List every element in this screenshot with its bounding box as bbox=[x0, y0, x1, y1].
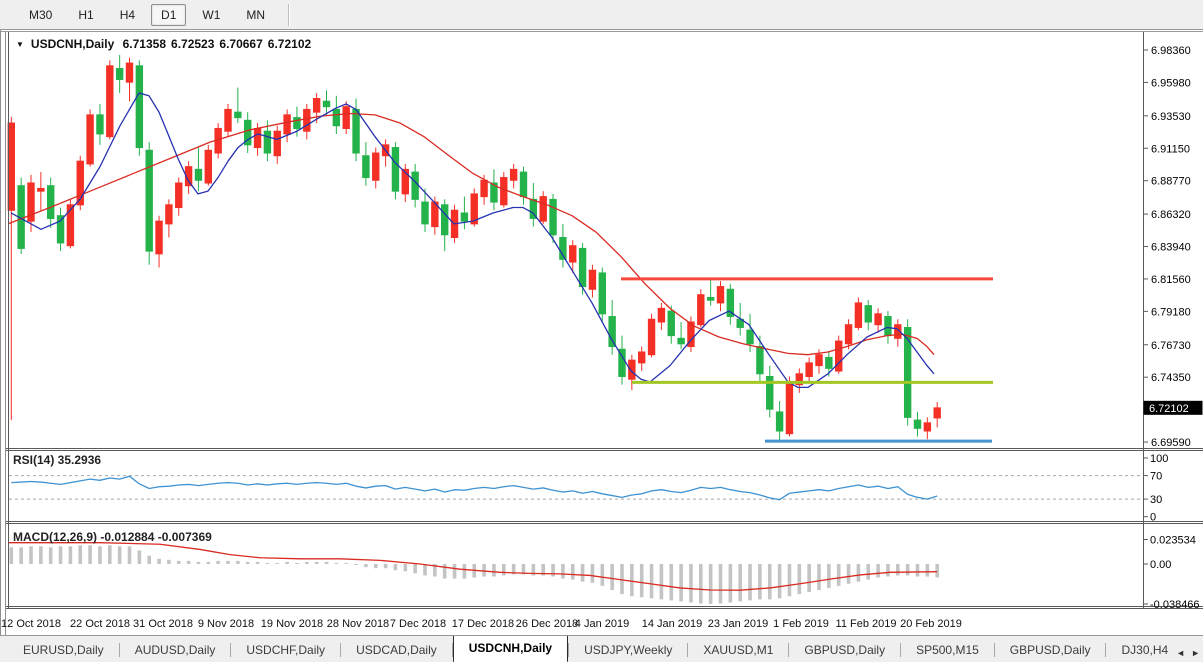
price-axis-label: 6.86320 bbox=[1151, 209, 1191, 221]
tab-scroll-arrows: ◄ ► bbox=[1170, 648, 1200, 658]
price-axis-label: 6.81560 bbox=[1151, 274, 1191, 286]
date-axis-label: 11 Feb 2019 bbox=[836, 618, 897, 630]
date-axis-label: 19 Nov 2018 bbox=[261, 618, 323, 630]
tab-sp500-m15[interactable]: SP500,M15 bbox=[901, 638, 994, 662]
chart-symbol: USDCNH,Daily bbox=[30, 37, 115, 51]
date-axis-label: 9 Nov 2018 bbox=[198, 618, 254, 630]
price-axis-label: 6.88770 bbox=[1151, 176, 1191, 188]
period-buttons: M30 H1 H4 D1 W1 MN bbox=[0, 0, 278, 29]
period-button-w1[interactable]: W1 bbox=[192, 4, 230, 26]
tab-audusd-daily[interactable]: AUDUSD,Daily bbox=[120, 638, 231, 662]
price-axis-label: 6.83940 bbox=[1151, 242, 1191, 254]
chart-tabs: EURUSD,Daily AUDUSD,Daily USDCHF,Daily USDC… bbox=[0, 636, 1168, 662]
date-axis-label: 1 Feb 2019 bbox=[773, 618, 829, 630]
macd-axis-label: 0.023534 bbox=[1150, 535, 1196, 547]
rsi-axis-label: 30 bbox=[1150, 494, 1162, 506]
price-axis-label: 6.93530 bbox=[1151, 111, 1191, 123]
rsi-axis-label: 100 bbox=[1150, 453, 1168, 465]
period-button-mn[interactable]: MN bbox=[236, 4, 275, 26]
ohlc-high: 6.72523 bbox=[171, 37, 215, 51]
tab-scroll-left-icon[interactable]: ◄ bbox=[1176, 648, 1185, 658]
macd-label: MACD(12,26,9) -0.012884 -0.007369 bbox=[13, 530, 212, 544]
date-axis-label: 4 Jan 2019 bbox=[575, 618, 629, 630]
macd-axis-label: 0.00 bbox=[1150, 559, 1171, 571]
tab-xauusd-m1[interactable]: XAUUSD,M1 bbox=[688, 638, 788, 662]
price-axis-label: 6.91150 bbox=[1151, 143, 1190, 155]
chart-title: ▼ USDCNH,Daily 6.71358 6.72523 6.70667 6.721… bbox=[16, 37, 316, 51]
main-chart-surface[interactable] bbox=[9, 33, 1142, 448]
rsi-axis-label: 70 bbox=[1150, 471, 1162, 483]
tab-gbpusd-daily[interactable]: GBPUSD,Daily bbox=[995, 638, 1106, 662]
price-axis-label: 6.74350 bbox=[1151, 372, 1191, 384]
current-price-label: 6.72102 bbox=[1149, 403, 1189, 415]
period-button-h4[interactable]: H4 bbox=[110, 4, 145, 26]
date-axis-label: 23 Jan 2019 bbox=[708, 618, 769, 630]
date-axis-label: 12 Oct 2018 bbox=[1, 618, 61, 630]
tab-eurusd-daily[interactable]: EURUSD,Daily bbox=[8, 638, 119, 662]
chart-canvas[interactable]: 6.98360 6.95980 6.93530 6.91150 6.88770 6.863… bbox=[0, 30, 1203, 635]
date-axis-label: 31 Oct 2018 bbox=[133, 618, 193, 630]
date-axis-label: 20 Feb 2019 bbox=[900, 618, 962, 630]
ohlc-close: 6.72102 bbox=[267, 37, 312, 51]
price-axis-label: 6.95980 bbox=[1151, 77, 1191, 89]
symbol-dropdown-icon[interactable]: ▼ bbox=[16, 40, 24, 49]
date-axis-label: 28 Nov 2018 bbox=[327, 618, 389, 630]
tab-gbpusd-daily[interactable]: GBPUSD,Daily bbox=[789, 638, 900, 662]
date-axis-label: 26 Dec 2018 bbox=[516, 618, 578, 630]
rsi-axis-label: 0 bbox=[1150, 512, 1156, 524]
price-axis-label: 6.69590 bbox=[1151, 437, 1191, 449]
tab-dj30-h4[interactable]: DJ30,H4 bbox=[1106, 638, 1168, 662]
date-axis-label: 17 Dec 2018 bbox=[452, 618, 514, 630]
toolbar-separator bbox=[288, 3, 291, 26]
macd-axis-label: -0.038466 bbox=[1150, 599, 1200, 611]
rsi-label: RSI(14) 35.2936 bbox=[13, 453, 102, 467]
period-toolbar: M30 H1 H4 D1 W1 MN bbox=[0, 0, 1203, 30]
date-axis-label: 7 Dec 2018 bbox=[390, 618, 446, 630]
ohlc-open: 6.71358 bbox=[122, 37, 167, 51]
price-axis-label: 6.79180 bbox=[1151, 306, 1191, 318]
tab-usdchf-daily[interactable]: USDCHF,Daily bbox=[231, 638, 340, 662]
chart-window: 6.98360 6.95980 6.93530 6.91150 6.88770 6.863… bbox=[0, 30, 1203, 635]
period-button-d1[interactable]: D1 bbox=[151, 3, 187, 26]
ohlc-low: 6.70667 bbox=[219, 37, 263, 51]
tab-usdjpy-weekly[interactable]: USDJPY,Weekly bbox=[569, 638, 687, 662]
date-axis-label: 22 Oct 2018 bbox=[70, 618, 130, 630]
chart-tabbar: EURUSD,Daily AUDUSD,Daily USDCHF,Daily USDC… bbox=[0, 635, 1203, 662]
rsi-panel-surface[interactable] bbox=[9, 452, 1142, 521]
tab-usdcnh-daily-active[interactable]: USDCNH,Daily bbox=[452, 636, 569, 662]
tab-usdcad-daily[interactable]: USDCAD,Daily bbox=[341, 638, 452, 662]
date-axis-label: 14 Jan 2019 bbox=[642, 618, 703, 630]
price-axis-label: 6.76730 bbox=[1151, 340, 1191, 352]
price-axis-label: 6.98360 bbox=[1151, 45, 1191, 57]
tab-scroll-right-icon[interactable]: ► bbox=[1191, 648, 1200, 658]
period-button-m30[interactable]: M30 bbox=[19, 4, 62, 26]
period-button-h1[interactable]: H1 bbox=[68, 4, 103, 26]
